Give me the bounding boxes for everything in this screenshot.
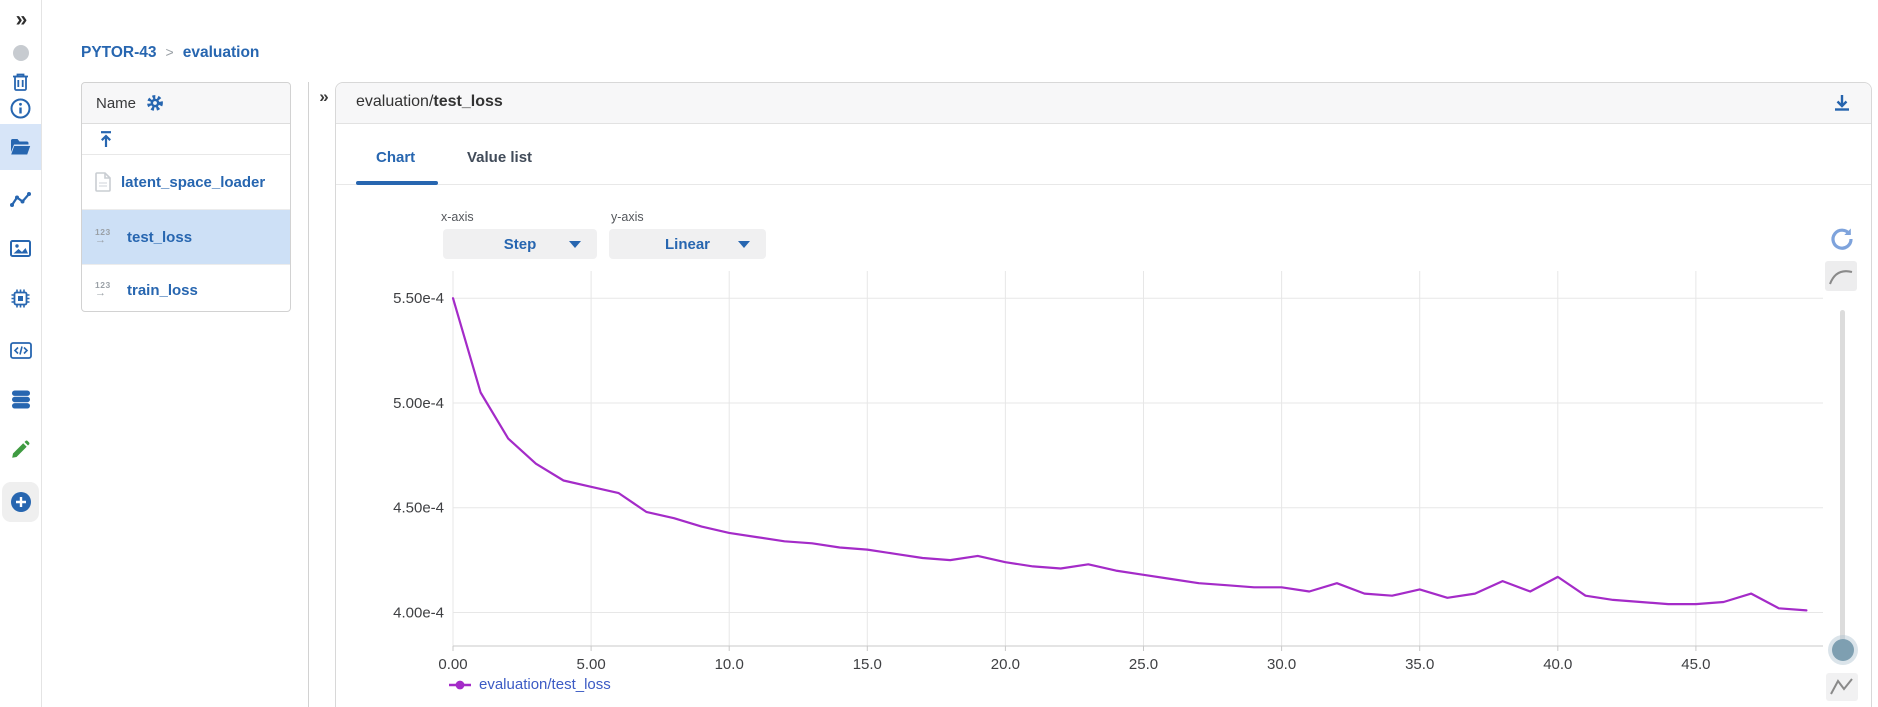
reset-zoom-icon <box>1831 228 1853 250</box>
svg-text:4.50e-4: 4.50e-4 <box>393 500 444 517</box>
chevron-down-icon <box>569 241 581 248</box>
gear-icon[interactable] <box>146 94 164 112</box>
list-item-test-loss-selected[interactable]: 123 → test_loss <box>82 210 290 265</box>
smoothing-slider-knob[interactable] <box>1832 639 1854 661</box>
metric-card: evaluation/test_loss Chart Value list x-… <box>335 82 1872 707</box>
add-new-button[interactable] <box>2 482 39 522</box>
smoothing-slider-track[interactable] <box>1840 310 1845 648</box>
chart-legend: evaluation/test_loss <box>448 676 611 693</box>
line-chart[interactable]: 5.50e-4 5.00e-4 4.50e-4 4.00e-4 0.00 5.00 10.0… <box>381 263 1841 675</box>
svg-text:35.0: 35.0 <box>1405 656 1434 673</box>
sidebar-item-charts[interactable] <box>0 180 41 220</box>
smoothing-curve-button[interactable] <box>1825 261 1857 291</box>
svg-text:45.0: 45.0 <box>1681 656 1710 673</box>
double-chevron-right-icon: » <box>319 87 329 106</box>
name-column-header: Name <box>96 94 137 112</box>
app-root: » PYTOR-43 > evaluation Name latent_spac… <box>0 0 1878 707</box>
pencil-icon <box>12 440 30 458</box>
y-axis-dropdown[interactable]: Linear <box>609 229 766 259</box>
svg-text:30.0: 30.0 <box>1267 656 1296 673</box>
svg-text:5.00: 5.00 <box>576 656 605 673</box>
svg-text:0.00: 0.00 <box>438 656 467 673</box>
edit-button[interactable] <box>0 429 41 469</box>
navigate-up-row[interactable] <box>82 124 290 155</box>
attribute-panel: Name latent_space_loader 123 → test_loss … <box>81 82 291 312</box>
arrow-up-to-parent-icon <box>101 130 111 147</box>
svg-text:5.50e-4: 5.50e-4 <box>393 290 444 307</box>
raw-line-toggle-button[interactable] <box>1826 673 1858 701</box>
card-header: evaluation/test_loss <box>336 83 1871 124</box>
smoothing-curve-icon <box>1829 270 1853 285</box>
svg-text:40.0: 40.0 <box>1543 656 1572 673</box>
tab-chart[interactable]: Chart <box>376 149 415 166</box>
chevron-down-icon <box>738 241 750 248</box>
reset-zoom-button[interactable] <box>1829 226 1855 252</box>
sidebar-item-images[interactable] <box>0 228 41 268</box>
left-toolbar: » <box>0 0 42 707</box>
list-item-train-loss[interactable]: 123 → train_loss <box>82 265 290 315</box>
image-icon <box>10 239 31 257</box>
list-item-latent-space-loader[interactable]: latent_space_loader <box>82 155 290 210</box>
info-button[interactable] <box>0 88 41 128</box>
numeric-series-icon: 123 → <box>95 226 111 247</box>
x-axis-dropdown[interactable]: Step <box>443 229 597 259</box>
list-item-label: train_loss <box>127 281 198 299</box>
breadcrumb: PYTOR-43 > evaluation <box>81 44 259 62</box>
database-icon <box>11 390 30 408</box>
svg-text:15.0: 15.0 <box>853 656 882 673</box>
numeric-series-icon: 123 → <box>95 279 111 300</box>
series-marker-icon <box>449 680 471 689</box>
info-icon <box>10 98 31 118</box>
double-chevron-right-icon: » <box>15 8 28 31</box>
card-title: evaluation/test_loss <box>356 93 503 110</box>
file-icon <box>95 172 111 192</box>
sidebar-item-hardware[interactable] <box>0 278 41 318</box>
breadcrumb-section-link[interactable]: evaluation <box>183 44 260 61</box>
svg-text:10.0: 10.0 <box>715 656 744 673</box>
plus-circle-icon <box>10 492 31 512</box>
code-icon <box>9 341 32 359</box>
legend-series-label: evaluation/test_loss <box>479 676 611 693</box>
zigzag-raw-line-icon <box>1830 678 1853 695</box>
download-icon <box>1835 95 1849 111</box>
svg-text:20.0: 20.0 <box>991 656 1020 673</box>
folder-open-icon <box>11 139 31 155</box>
attribute-panel-header: Name <box>82 83 290 124</box>
collapse-list-panel-button[interactable]: » <box>312 86 334 108</box>
list-item-label: latent_space_loader <box>121 173 266 191</box>
breadcrumb-separator: > <box>165 44 174 60</box>
list-item-label: test_loss <box>127 228 193 246</box>
sidebar-item-source-code[interactable] <box>0 330 41 370</box>
download-button[interactable] <box>1831 92 1855 116</box>
panel-divider <box>308 82 309 707</box>
svg-text:25.0: 25.0 <box>1129 656 1158 673</box>
svg-text:4.00e-4: 4.00e-4 <box>393 605 444 622</box>
tab-value-list[interactable]: Value list <box>467 149 532 166</box>
line-chart-icon <box>10 192 31 207</box>
x-axis-label: x-axis <box>441 210 474 224</box>
sidebar-item-artifacts[interactable] <box>0 379 41 419</box>
breadcrumb-project-link[interactable]: PYTOR-43 <box>81 44 157 61</box>
active-tab-underline <box>356 181 438 185</box>
tabs-divider <box>336 184 1871 185</box>
y-axis-label: y-axis <box>611 210 644 224</box>
chip-icon <box>11 289 30 307</box>
sidebar-item-all-metadata[interactable] <box>0 124 41 170</box>
svg-text:5.00e-4: 5.00e-4 <box>393 395 444 412</box>
